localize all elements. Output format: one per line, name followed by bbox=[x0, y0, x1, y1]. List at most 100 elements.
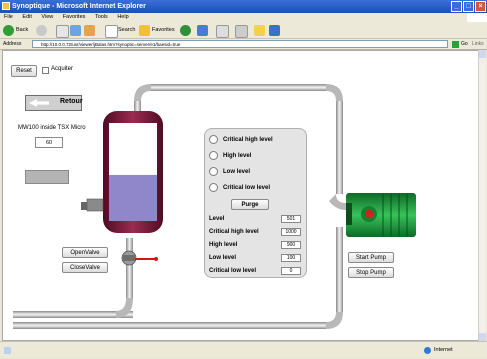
alarm-label: Critical low level bbox=[223, 185, 271, 191]
address-label: Address bbox=[3, 41, 22, 47]
value-field: 501 bbox=[281, 215, 301, 223]
pipe-tank-outlet bbox=[126, 238, 133, 298]
pipe-elbow-top-right bbox=[326, 84, 343, 101]
favorites-star-icon[interactable] bbox=[139, 25, 150, 36]
history-icon[interactable] bbox=[197, 25, 208, 36]
alarm-critical-high-indicator bbox=[209, 135, 218, 144]
media-icon[interactable] bbox=[180, 25, 191, 36]
value-row-critical-low: Critical low level 0 bbox=[209, 266, 305, 277]
mw-value-field: 60 bbox=[35, 137, 63, 148]
window-title: Synoptique - Microsoft Internet Explorer bbox=[12, 3, 146, 10]
pipe-right-vertical-upper bbox=[336, 101, 343, 194]
pipe-right-vertical-lower bbox=[336, 227, 343, 312]
alarm-label: Low level bbox=[223, 169, 251, 175]
address-bar: Address http://10.0.0.72/usr/viewer/jBal… bbox=[0, 39, 487, 50]
search-icon[interactable] bbox=[105, 25, 118, 38]
page-content: Reset Acquiter Retour MW100 inside TSX M… bbox=[2, 50, 484, 341]
status-bar: Internet bbox=[0, 341, 487, 358]
value-label: High level bbox=[209, 242, 238, 248]
maximize-button[interactable]: □ bbox=[463, 1, 474, 12]
pipe-elbow-pump-in bbox=[329, 194, 346, 210]
menu-view[interactable]: View bbox=[41, 14, 53, 20]
value-row-low: Low level 100 bbox=[209, 253, 305, 264]
favorites-button-label[interactable]: Favorites bbox=[152, 25, 175, 36]
go-button-label[interactable]: Go bbox=[461, 39, 468, 50]
messenger-icon[interactable] bbox=[269, 25, 280, 36]
retour-button[interactable]: Retour bbox=[25, 95, 83, 111]
internet-zone-icon bbox=[424, 347, 431, 354]
level-panel: Critical high level High level Low level… bbox=[204, 128, 307, 278]
pipe-bottom-lower bbox=[13, 322, 326, 329]
value-field[interactable]: 900 bbox=[281, 241, 301, 249]
alarm-label: High level bbox=[223, 153, 252, 159]
menu-edit[interactable]: Edit bbox=[22, 14, 31, 20]
search-button-label[interactable]: Search bbox=[118, 25, 135, 36]
forward-arrow-icon[interactable] bbox=[36, 25, 47, 36]
menu-tools[interactable]: Tools bbox=[95, 14, 108, 20]
reset-button[interactable]: Reset bbox=[11, 65, 37, 77]
side-valve-icon bbox=[86, 198, 104, 212]
back-arrow-icon[interactable] bbox=[3, 25, 14, 36]
folder-icon[interactable] bbox=[254, 25, 265, 36]
value-row-high: High level 900 bbox=[209, 240, 305, 251]
links-label[interactable]: Links bbox=[472, 39, 484, 50]
close-button[interactable]: × bbox=[475, 1, 486, 12]
pipe-bottom-upper bbox=[13, 311, 133, 318]
pump-inlet-flange bbox=[346, 203, 352, 225]
value-label: Critical low level bbox=[209, 268, 257, 274]
go-arrow-icon[interactable] bbox=[452, 41, 459, 48]
alarm-critical-low-indicator bbox=[209, 183, 218, 192]
refresh-icon[interactable] bbox=[70, 25, 81, 36]
pipe-elbow-bottom-right bbox=[326, 312, 343, 329]
mw-value: 60 bbox=[45, 140, 53, 146]
value-label: Critical high level bbox=[209, 229, 259, 235]
mail-icon[interactable] bbox=[216, 25, 229, 38]
close-valve-button[interactable]: CloseValve bbox=[62, 262, 108, 273]
arrow-left-icon bbox=[29, 99, 49, 107]
pipe-elbow-top-left bbox=[134, 84, 151, 101]
minimize-button[interactable]: _ bbox=[451, 1, 462, 12]
retour-label: Retour bbox=[60, 98, 83, 105]
bottom-valve-body-icon bbox=[123, 255, 135, 261]
tank-liquid-level bbox=[109, 174, 157, 221]
scroll-down-icon[interactable] bbox=[479, 333, 486, 341]
vertical-scrollbar[interactable] bbox=[478, 50, 486, 341]
value-label: Low level bbox=[209, 255, 237, 261]
stop-icon[interactable] bbox=[56, 25, 69, 38]
start-pump-button[interactable]: Start Pump bbox=[348, 252, 394, 263]
zone-label: Internet bbox=[434, 347, 453, 353]
address-input[interactable]: http://10.0.0.72/usr/viewer/jBalas.htm?s… bbox=[32, 40, 448, 48]
menu-file[interactable]: File bbox=[4, 14, 13, 20]
pump-body-icon bbox=[346, 193, 416, 237]
pump-status-indicator bbox=[365, 210, 373, 218]
page-done-icon bbox=[4, 347, 11, 354]
back-button-label[interactable]: Back bbox=[16, 25, 28, 36]
ie-app-icon bbox=[2, 2, 10, 10]
acquit-label: Acquiter bbox=[51, 66, 74, 72]
toolbar: Back Search Favorites bbox=[0, 22, 487, 39]
open-valve-button[interactable]: OpenValve bbox=[62, 247, 108, 258]
print-icon[interactable] bbox=[235, 25, 248, 38]
window-titlebar: Synoptique - Microsoft Internet Explorer… bbox=[0, 0, 487, 13]
value-label: Level bbox=[209, 216, 225, 222]
alarm-high-indicator bbox=[209, 151, 218, 160]
side-valve-handle-icon bbox=[81, 202, 87, 210]
menu-help[interactable]: Help bbox=[117, 14, 128, 20]
address-url: http://10.0.0.72/usr/viewer/jBalas.htm?s… bbox=[41, 42, 181, 47]
menu-bar: File Edit View Favorites Tools Help bbox=[0, 13, 487, 22]
value-field[interactable]: 0 bbox=[281, 267, 301, 275]
menu-favorites[interactable]: Favorites bbox=[63, 14, 86, 20]
acquit-checkbox[interactable] bbox=[42, 67, 49, 74]
purge-button[interactable]: Purge bbox=[231, 199, 269, 210]
alarm-low-indicator bbox=[209, 167, 218, 176]
value-row-level: Level 501 bbox=[209, 214, 305, 225]
status-indicator-box bbox=[25, 170, 69, 184]
stop-pump-button[interactable]: Stop Pump bbox=[348, 267, 394, 278]
valve-handle-knob-icon bbox=[154, 257, 158, 261]
alarm-label: Critical high level bbox=[223, 137, 273, 143]
value-field[interactable]: 100 bbox=[281, 254, 301, 262]
mw-label: MW100 inside TSX Micro bbox=[18, 125, 86, 131]
home-icon[interactable] bbox=[84, 25, 95, 36]
value-field[interactable]: 1000 bbox=[281, 228, 301, 236]
scroll-up-icon[interactable] bbox=[479, 50, 486, 58]
